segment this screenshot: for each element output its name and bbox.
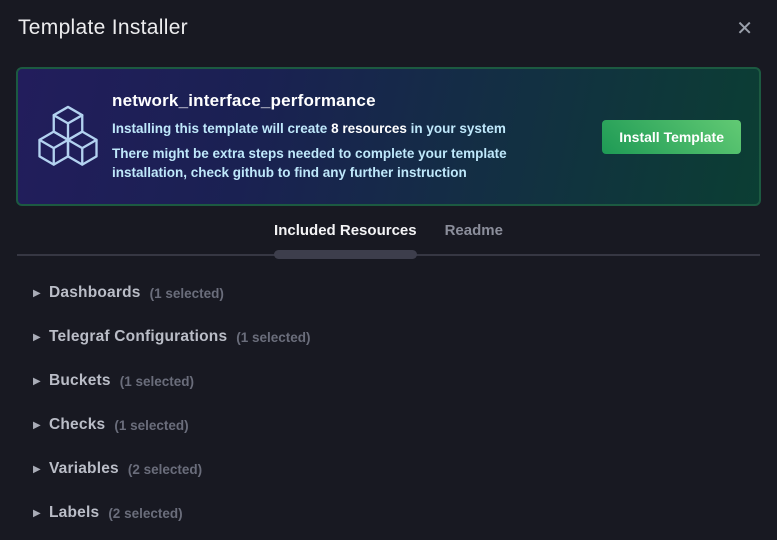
banner-text-block: network_interface_performance Installing… [112,91,588,182]
resources-count: 8 resources [331,121,407,137]
resource-count: (1 selected) [119,373,195,389]
tab-readme[interactable]: Readme [445,216,503,254]
caret-right-icon[interactable]: ▶ [33,420,49,431]
close-icon[interactable]: ✕ [728,15,761,41]
template-name: network_interface_performance [112,91,376,111]
resource-row-labels[interactable]: ▶ Labels (2 selected) [0,491,777,535]
template-summary-banner: network_interface_performance Installing… [16,67,761,206]
page-title: Template Installer [18,16,188,39]
resource-row-checks[interactable]: ▶ Checks (1 selected) [0,403,777,447]
resource-count: (2 selected) [108,505,183,521]
caret-right-icon[interactable]: ▶ [33,376,49,387]
caret-right-icon[interactable]: ▶ [33,464,49,475]
resource-count: (1 selected) [236,329,311,345]
caret-right-icon[interactable]: ▶ [33,332,49,343]
resource-count: (2 selected) [127,461,203,477]
extra-steps-note: There might be extra steps needed to com… [112,146,507,180]
install-template-button[interactable]: Install Template [602,119,741,154]
resource-row-buckets[interactable]: ▶ Buckets (1 selected) [0,359,777,403]
caret-right-icon[interactable]: ▶ [33,288,49,299]
resource-count: (1 selected) [114,417,189,433]
resources-summary-suffix: in your system [406,121,506,137]
tab-included-resources[interactable]: Included Resources [274,216,417,259]
tab-bar: Included Resources Readme [0,216,777,259]
resource-row-variables[interactable]: ▶ Variables (2 selected) [0,447,777,491]
resource-count: (1 selected) [149,285,224,301]
dialog-header: Template Installer ✕ [0,0,777,41]
included-resources-list: ▶ Dashboards (1 selected) ▶ Telegraf Con… [0,256,777,535]
resource-label: Variables [49,460,119,477]
resource-row-dashboards[interactable]: ▶ Dashboards (1 selected) [0,271,777,315]
resource-label: Buckets [49,372,111,389]
template-cubes-icon [36,105,102,169]
resources-summary-prefix: Installing this template will create [112,121,332,137]
resource-label: Dashboards [49,284,141,301]
resource-row-telegraf-configurations[interactable]: ▶ Telegraf Configurations (1 selected) [0,315,777,359]
resource-label: Telegraf Configurations [49,328,228,345]
resource-label: Labels [49,504,100,521]
resource-label: Checks [49,416,106,433]
resources-summary-line: Installing this template will create 8 r… [112,120,588,138]
caret-right-icon[interactable]: ▶ [33,508,49,519]
